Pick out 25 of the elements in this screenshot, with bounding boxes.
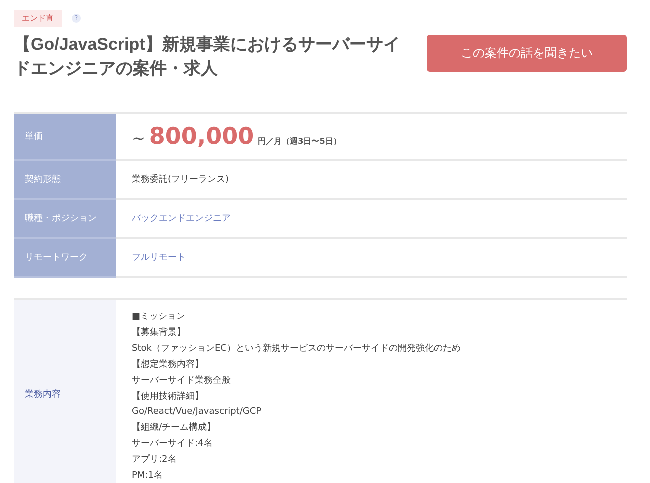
description-line: Go/React/Vue/Javascript/GCP <box>132 406 263 420</box>
field-label: 業務内容 <box>14 299 116 483</box>
description-line: PM:1名 <box>132 470 164 483</box>
description-line: 【組織/チーム構成】 <box>132 422 218 436</box>
tilde: ~ <box>132 128 146 148</box>
price-amount: 800,000 <box>149 124 254 150</box>
inquiry-button[interactable]: この案件の話を聞きたい <box>427 35 627 72</box>
description-line: Stok（ファッションEC）という新規サービスのサーバーサイドの開発強化のため <box>132 342 462 356</box>
description-line: 【募集背景】 <box>132 326 187 340</box>
field-label: 契約形態 <box>14 160 116 199</box>
description-line: ■ミッション <box>132 311 187 324</box>
description-line: サーバーサイド:4名 <box>132 438 214 452</box>
price-unit: 円／月（週3日〜5日） <box>258 136 342 146</box>
field-label: 職種・ポジション <box>14 199 116 238</box>
description-line: 【想定業務内容】 <box>132 358 205 372</box>
description-line: サーバーサイド業務全般 <box>132 374 232 388</box>
description-line: 【使用技術詳細】 <box>132 390 205 404</box>
category-tag: エンド直 <box>14 10 62 27</box>
field-link[interactable]: バックエンドエンジニア <box>132 214 231 224</box>
job-title: 【Go/JavaScript】新規事業におけるサーバーサイドエンジニアの案件・求人 <box>14 34 402 80</box>
field-link[interactable]: フルリモート <box>132 253 186 263</box>
field-value: 業務委託(フリーランス) <box>132 175 230 185</box>
field-label: 単価 <box>14 113 116 160</box>
field-label: リモートワーク <box>14 238 116 277</box>
description-line: アプリ:2名 <box>132 453 178 468</box>
